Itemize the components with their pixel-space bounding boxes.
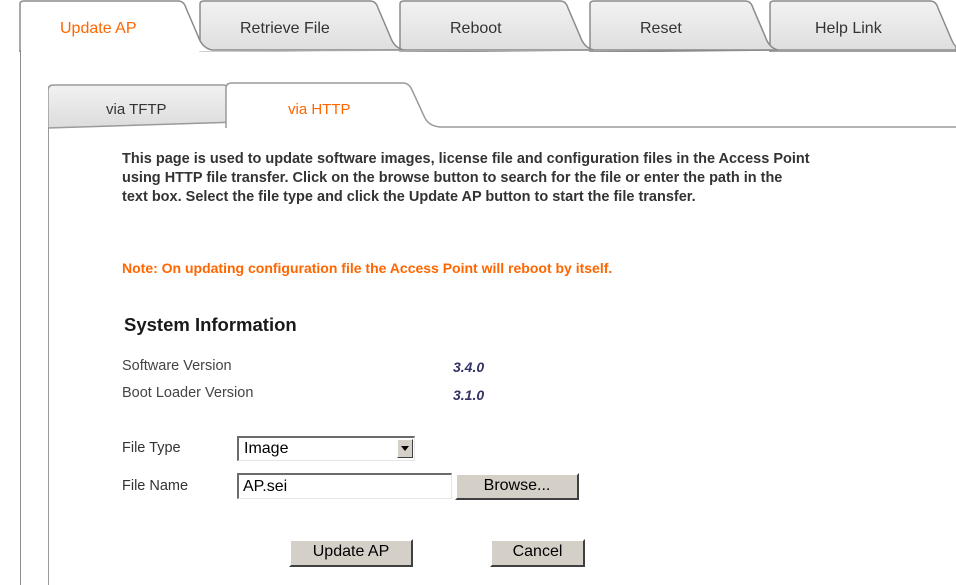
file-type-label: File Type <box>122 440 181 456</box>
sub-tab-shapes <box>48 82 956 129</box>
tab-help-link[interactable]: Help Link <box>815 20 882 38</box>
transfer-method-tab-bar: via TFTP via HTTP <box>48 82 956 130</box>
tab-reset[interactable]: Reset <box>640 20 682 38</box>
file-name-input[interactable]: AP.sei <box>237 473 452 499</box>
tab-update-ap[interactable]: Update AP <box>60 20 137 38</box>
file-type-selected-value: Image <box>244 440 289 457</box>
file-name-label: File Name <box>122 478 189 494</box>
tab-via-tftp[interactable]: via TFTP <box>106 101 167 118</box>
reboot-note: Note: On updating configuration file the… <box>122 260 613 276</box>
boot-loader-version-label: Boot Loader Version <box>122 385 254 401</box>
file-type-select[interactable]: Image <box>237 436 415 461</box>
main-tab-bar: Update AP Retrieve File Reboot Reset Hel… <box>0 0 956 52</box>
tab-reboot[interactable]: Reboot <box>450 20 502 38</box>
update-ap-button[interactable]: Update AP <box>289 539 413 567</box>
file-name-value: AP.sei <box>243 478 288 495</box>
file-type-dropdown-button[interactable] <box>397 439 413 458</box>
software-version-value: 3.4.0 <box>453 359 485 375</box>
browse-button[interactable]: Browse... <box>455 473 579 500</box>
page-description: This page is used to update software ima… <box>122 151 810 205</box>
boot-loader-version-value: 3.1.0 <box>453 387 485 403</box>
tab-via-http[interactable]: via HTTP <box>288 101 351 118</box>
cancel-button[interactable]: Cancel <box>490 539 585 567</box>
tab-retrieve-file[interactable]: Retrieve File <box>240 20 330 38</box>
chevron-down-icon <box>401 446 409 451</box>
system-information-heading: System Information <box>124 314 297 335</box>
software-version-label: Software Version <box>122 358 232 374</box>
